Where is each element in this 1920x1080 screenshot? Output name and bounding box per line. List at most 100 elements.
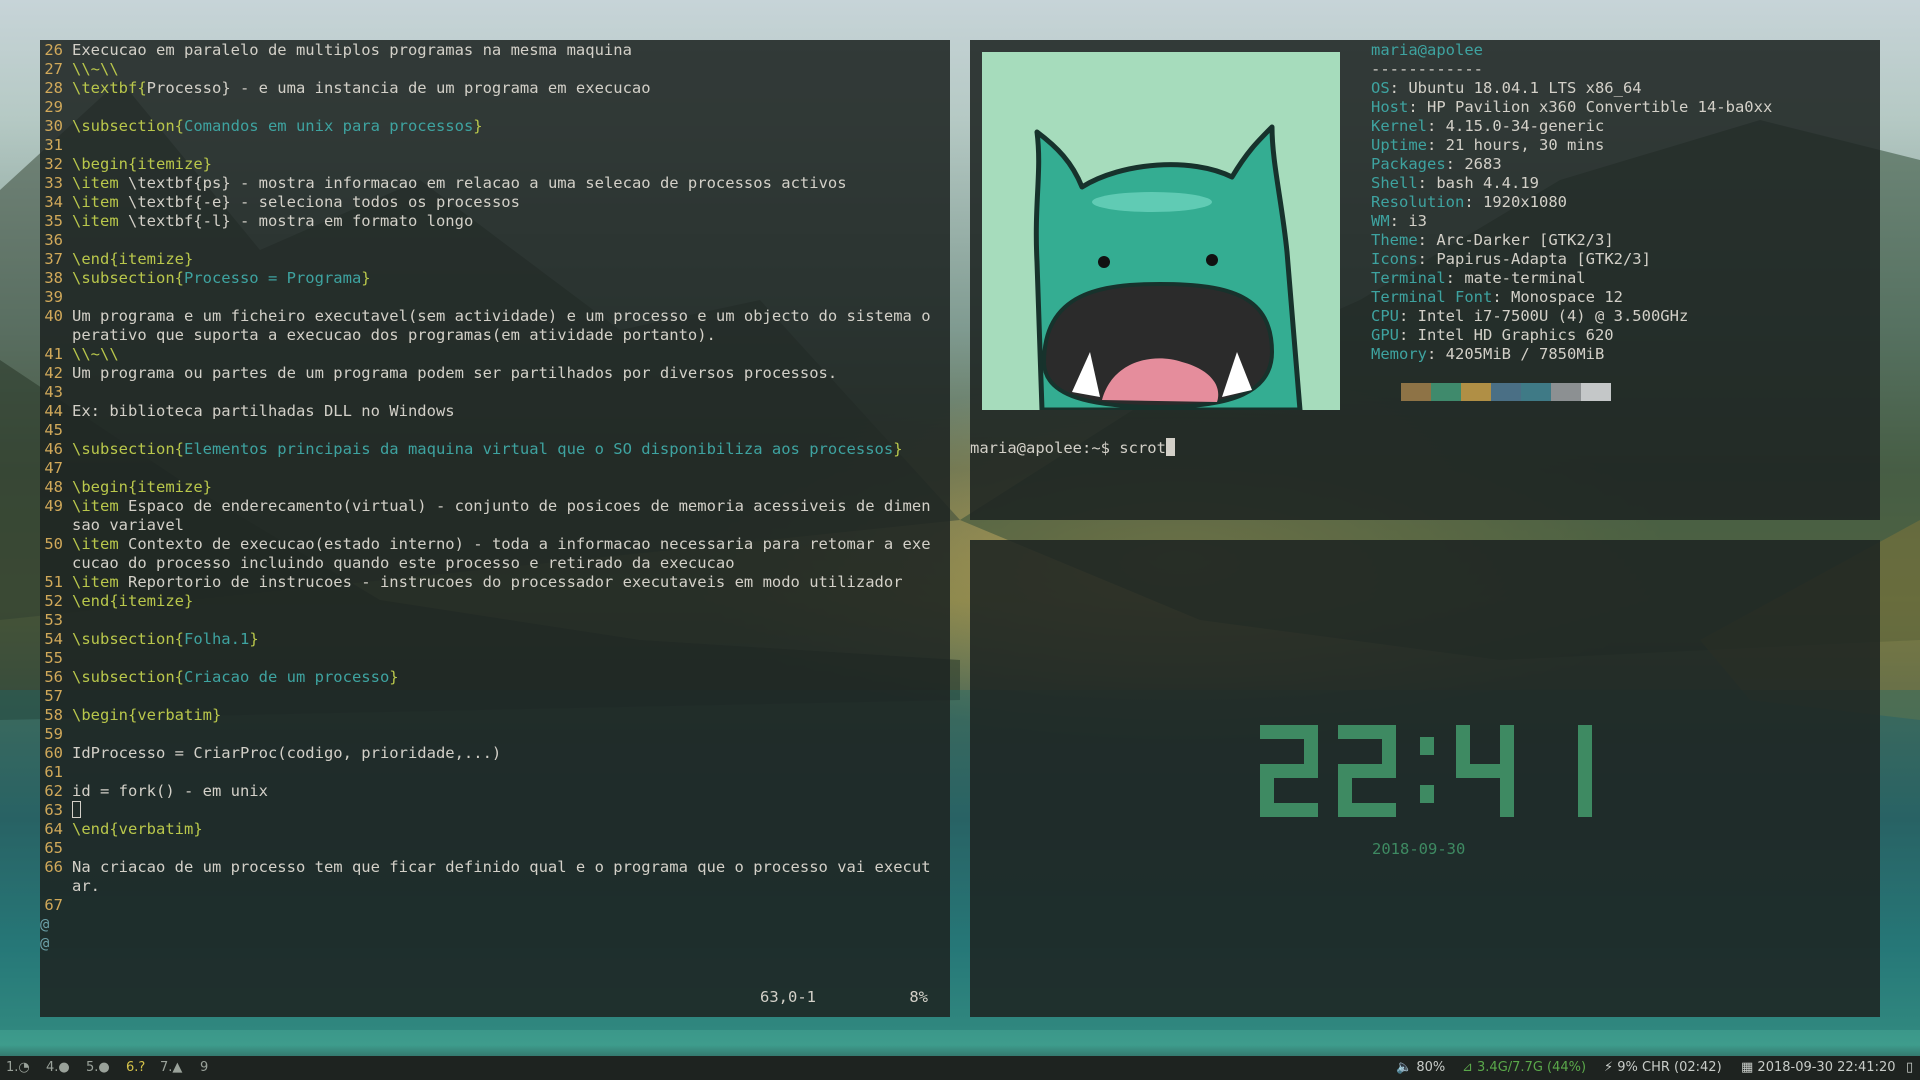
line-text: \item \textbf{-l} - mostra em formato lo… xyxy=(72,212,474,230)
line-text: \subsection{Elementos principais da maqu… xyxy=(72,440,903,458)
vim-line[interactable]: 29 xyxy=(40,98,937,117)
line-text xyxy=(72,288,937,307)
line-text: \end{itemize} xyxy=(72,250,194,268)
info-row: Packages: 2683 xyxy=(1371,155,1502,173)
vim-line[interactable]: 37 \end{itemize} xyxy=(40,250,937,269)
line-text xyxy=(72,801,937,820)
terminal-window[interactable]: maria@apolee ------------ OS: Ubuntu 18.04… xyxy=(970,40,1880,520)
workspace-button[interactable]: 4.● xyxy=(46,1060,70,1075)
line-text: \subsection{Criacao de um processo} xyxy=(72,668,399,686)
info-value: i3 xyxy=(1408,212,1428,230)
vim-line[interactable]: 26 Execucao em paralelo de multiplos prog… xyxy=(40,41,937,60)
line-number: 57 xyxy=(44,687,63,705)
vim-line[interactable]: 45 xyxy=(40,421,937,440)
power-icon[interactable]: ▯ xyxy=(1906,1060,1913,1075)
info-row: Host: HP Pavilion x360 Convertible 14-ba… xyxy=(1371,98,1773,116)
line-number: 50 xyxy=(44,535,63,553)
workspace-button[interactable]: 7.▲ xyxy=(160,1060,182,1075)
workspace-button[interactable]: 9 xyxy=(200,1060,208,1075)
line-number: 35 xyxy=(44,212,63,230)
line-text xyxy=(72,649,937,668)
vim-line[interactable]: 31 xyxy=(40,136,937,155)
vim-line[interactable]: 48 \begin{itemize} xyxy=(40,478,937,497)
vim-line[interactable]: 42 Um programa ou partes de um programa p… xyxy=(40,364,937,383)
line-number: 37 xyxy=(44,250,63,268)
vim-line[interactable]: 50 \item Contexto de execucao(estado inte… xyxy=(40,535,937,573)
vim-line[interactable]: 55 xyxy=(40,649,937,668)
vim-line[interactable]: 46 \subsection{Elementos principais da ma… xyxy=(40,440,937,459)
line-text: \subsection{Processo = Programa} xyxy=(72,269,371,287)
line-number: 48 xyxy=(44,478,63,496)
info-row: WM: i3 xyxy=(1371,212,1428,230)
vim-line[interactable]: 39 xyxy=(40,288,937,307)
vim-editor-window[interactable]: 26 Execucao em paralelo de multiplos prog… xyxy=(40,40,950,1017)
clock-digit xyxy=(1338,725,1396,817)
vim-line[interactable]: 35 \item \textbf{-l} - mostra em formato … xyxy=(40,212,937,231)
info-value: Ubuntu 18.04.1 LTS x86_64 xyxy=(1408,79,1642,97)
vim-line[interactable]: 53 xyxy=(40,611,937,630)
info-value: 4205MiB / 7850MiB xyxy=(1445,345,1605,363)
line-text: Ex: biblioteca partilhadas DLL no Window… xyxy=(72,402,455,420)
vim-line[interactable]: 34 \item \textbf{-e} - seleciona todos os… xyxy=(40,193,937,212)
line-number: 67 xyxy=(44,896,63,914)
vim-line[interactable]: 64 \end{verbatim} xyxy=(40,820,937,839)
vim-line[interactable]: 59 xyxy=(40,725,937,744)
info-key: CPU xyxy=(1371,307,1399,325)
vim-line[interactable]: 57 xyxy=(40,687,937,706)
vim-buffer[interactable]: 26 Execucao em paralelo de multiplos prog… xyxy=(40,41,937,953)
datetime-indicator[interactable]: ▦ 2018-09-30 22:41:20 xyxy=(1741,1060,1896,1075)
vim-line[interactable]: 61 xyxy=(40,763,937,782)
vim-line[interactable]: 63 xyxy=(40,801,937,820)
vim-line[interactable]: 32 \begin{itemize} xyxy=(40,155,937,174)
line-text: id = fork() - em unix xyxy=(72,782,268,800)
palette-swatch xyxy=(1551,383,1581,401)
vim-line[interactable]: 38 \subsection{Processo = Programa} xyxy=(40,269,937,288)
vim-line[interactable]: 27 \\~\\ xyxy=(40,60,937,79)
vim-line[interactable]: 62 id = fork() - em unix xyxy=(40,782,937,801)
workspace-icon: ● xyxy=(98,1060,110,1075)
vim-line[interactable]: 58 \begin{verbatim} xyxy=(40,706,937,725)
line-number: 30 xyxy=(44,117,63,135)
info-key: Terminal xyxy=(1371,269,1446,287)
vim-line[interactable]: 49 \item Espaco de enderecamento(virtual)… xyxy=(40,497,937,535)
vim-line[interactable]: 56 \subsection{Criacao de um processo} xyxy=(40,668,937,687)
info-value: mate-terminal xyxy=(1464,269,1586,287)
palette-swatch xyxy=(1491,383,1521,401)
vim-line[interactable]: 66 Na criacao de um processo tem que fica… xyxy=(40,858,937,896)
line-number: 29 xyxy=(44,98,63,116)
vim-line[interactable]: 36 xyxy=(40,231,937,250)
vim-line[interactable]: 40 Um programa e um ficheiro executavel(s… xyxy=(40,307,937,345)
vim-line[interactable]: 51 \item Reportorio de instrucoes - instr… xyxy=(40,573,937,592)
info-value: 4.15.0-34-generic xyxy=(1445,117,1605,135)
shell-prompt[interactable]: maria@apolee:~$ scrot xyxy=(970,438,1175,457)
vim-empty-marker: @ xyxy=(40,934,50,952)
vim-line[interactable]: 28 \textbf{Processo} - e uma instancia de… xyxy=(40,79,937,98)
vim-line[interactable]: 65 xyxy=(40,839,937,858)
workspace-button[interactable]: 5.● xyxy=(86,1060,110,1075)
line-text: \end{verbatim} xyxy=(72,820,203,838)
vim-line[interactable]: 47 xyxy=(40,459,937,478)
line-number: 56 xyxy=(44,668,63,686)
battery-indicator[interactable]: ⚡ 9% CHR (02:42) xyxy=(1604,1060,1722,1075)
vim-line[interactable]: 33 \item \textbf{ps} - mostra informacao … xyxy=(40,174,937,193)
vim-line[interactable]: 54 \subsection{Folha.1} xyxy=(40,630,937,649)
clock-colon-dot xyxy=(1420,785,1434,803)
vim-line[interactable]: 30 \subsection{Comandos em unix para proc… xyxy=(40,117,937,136)
vim-line[interactable]: 41 \\~\\ xyxy=(40,345,937,364)
info-key: Host xyxy=(1371,98,1409,116)
wifi-indicator[interactable]: ⊿ 3.4G/7.7G (44%) xyxy=(1462,1060,1586,1075)
line-text: IdProcesso = CriarProc(codigo, prioridad… xyxy=(72,744,502,762)
vim-line[interactable]: 44 Ex: biblioteca partilhadas DLL no Wind… xyxy=(40,402,937,421)
workspace-button[interactable]: 6.? xyxy=(126,1060,145,1075)
line-text: Execucao em paralelo de multiplos progra… xyxy=(72,41,632,59)
line-text: Um programa e um ficheiro executavel(sem… xyxy=(72,307,931,344)
vim-line[interactable]: 67 xyxy=(40,896,937,915)
info-row: CPU: Intel i7-7500U (4) @ 3.500GHz xyxy=(1371,307,1689,325)
volume-indicator[interactable]: 🔈 80% xyxy=(1396,1060,1445,1075)
vim-line[interactable]: 52 \end{itemize} xyxy=(40,592,937,611)
clock-window[interactable]: 2018-09-30 xyxy=(970,540,1880,1017)
vim-line[interactable]: 43 xyxy=(40,383,937,402)
vim-line[interactable]: 60 IdProcesso = CriarProc(codigo, priorid… xyxy=(40,744,937,763)
workspace-button[interactable]: 1.◔ xyxy=(6,1060,30,1075)
line-number: 53 xyxy=(44,611,63,629)
